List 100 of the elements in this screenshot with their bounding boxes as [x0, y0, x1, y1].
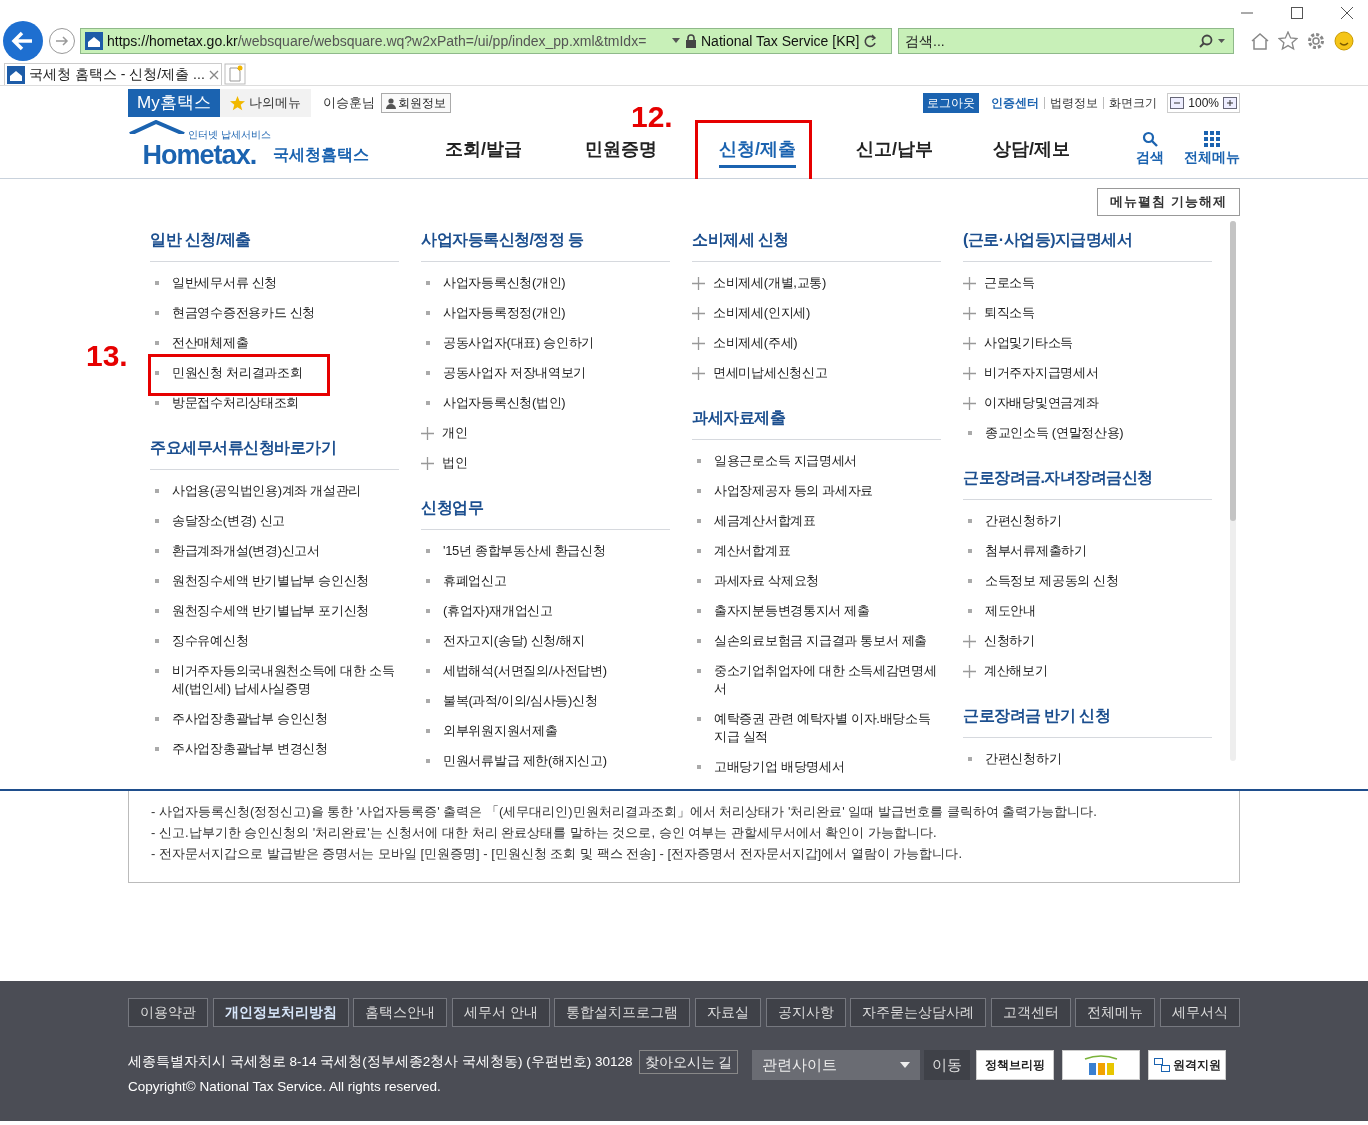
- menu-link[interactable]: 비거주자등의국내원천소득에 대한 소득세(법인세) 납세사실증명: [172, 656, 396, 704]
- footer-link[interactable]: 자주묻는상담사례: [850, 998, 987, 1027]
- menu-link[interactable]: 공동사업자 저장내역보기: [443, 358, 667, 388]
- section-title[interactable]: 근로장려금 반기 신청: [963, 707, 1111, 724]
- menu-link[interactable]: 전자고지(송달) 신청/해지: [443, 626, 667, 656]
- browser-tab[interactable]: 국세청 홈택스 - 신청/제출 ...: [4, 63, 222, 85]
- menu-link[interactable]: 현금영수증전용카드 신청: [172, 298, 396, 328]
- back-icon[interactable]: [2, 20, 44, 62]
- menu-link[interactable]: 소득정보 제공동의 신청: [985, 566, 1209, 596]
- related-sites-select[interactable]: 관련사이트: [752, 1050, 921, 1080]
- collapse-menu-button[interactable]: 메뉴펼침 기능해제: [1097, 188, 1240, 216]
- header-link[interactable]: 법령정보: [1050, 94, 1099, 112]
- menu-link[interactable]: 신청하기: [984, 626, 1208, 656]
- footer-link[interactable]: 세무서식: [1160, 998, 1240, 1027]
- menu-link[interactable]: 민원신청 처리결과조회: [172, 358, 396, 388]
- menu-link[interactable]: 일반세무서류 신청: [172, 268, 396, 298]
- menu-link[interactable]: 근로소득: [984, 268, 1208, 298]
- menu-link[interactable]: 세법해석(서면질의/사전답변): [443, 656, 667, 686]
- menu-link[interactable]: 과세자료 삭제요청: [714, 566, 938, 596]
- menu-link[interactable]: 비거주자지급명세서: [984, 358, 1208, 388]
- footer-link[interactable]: 통합설치프로그램: [554, 998, 691, 1027]
- logout-button[interactable]: 로그아웃: [923, 93, 980, 113]
- menu-link[interactable]: 계산서합계표: [714, 536, 938, 566]
- dropdown-icon[interactable]: [671, 37, 681, 45]
- search-field[interactable]: 검색...: [898, 28, 1234, 54]
- settings-icon[interactable]: [1306, 31, 1326, 51]
- search-button[interactable]: 검색: [1136, 131, 1164, 168]
- menu-link[interactable]: 종교인소득 (연말정산용): [985, 418, 1209, 448]
- close-icon[interactable]: [208, 69, 219, 80]
- all-menu-button[interactable]: 전체메뉴: [1184, 131, 1240, 168]
- menu-link[interactable]: 불복(과적/이의/심사등)신청: [443, 686, 667, 716]
- menu-link[interactable]: 첨부서류제출하기: [985, 536, 1209, 566]
- home-icon[interactable]: [1250, 31, 1270, 51]
- menu-link[interactable]: 중소기업취업자에 대한 소득세감면명세서: [714, 656, 938, 704]
- nav-tab[interactable]: 조회/발급: [445, 127, 522, 172]
- menu-link[interactable]: 징수유예신청: [172, 626, 396, 656]
- menu-link[interactable]: 사업및기타소득: [984, 328, 1208, 358]
- menu-link[interactable]: 공동사업자(대표) 승인하기: [443, 328, 667, 358]
- menu-link[interactable]: 퇴직소득: [984, 298, 1208, 328]
- menu-link[interactable]: (휴업자)재개업신고: [443, 596, 667, 626]
- refresh-icon[interactable]: [863, 34, 878, 48]
- go-button[interactable]: 이동: [924, 1050, 971, 1080]
- zoom-out-icon[interactable]: [1170, 97, 1185, 109]
- menu-link[interactable]: 송달장소(변경) 신고: [172, 506, 396, 536]
- menu-link[interactable]: 일용근로소득 지급명세서: [714, 446, 938, 476]
- footer-link[interactable]: 자료실: [694, 998, 761, 1027]
- menu-link[interactable]: '15년 종합부동산세 환급신청: [443, 536, 667, 566]
- nav-tab[interactable]: 상담/제보: [993, 127, 1070, 172]
- call-center-banner[interactable]: [1062, 1050, 1141, 1080]
- menu-link[interactable]: 방문접수처리상태조회: [172, 388, 396, 418]
- close-icon[interactable]: [1340, 6, 1354, 20]
- smiley-icon[interactable]: [1334, 31, 1354, 51]
- menu-link[interactable]: 고배당기업 배당명세서: [714, 752, 938, 782]
- footer-link[interactable]: 고객센터: [990, 998, 1071, 1027]
- section-title[interactable]: 신청업무: [421, 499, 483, 516]
- menu-link[interactable]: 소비제세(주세): [713, 328, 937, 358]
- menu-link[interactable]: 소비제세(인지세): [713, 298, 937, 328]
- policy-briefing-banner[interactable]: 정책브리핑: [976, 1050, 1055, 1080]
- footer-link[interactable]: 이용약관: [128, 998, 208, 1027]
- section-title[interactable]: 근로장려금.자녀장려금신청: [963, 469, 1153, 486]
- menu-link[interactable]: 민원서류발급 제한(해지신고): [443, 746, 667, 776]
- directions-button[interactable]: 찾아오시는 길: [638, 1050, 739, 1074]
- my-hometax-tab[interactable]: My홈택스: [128, 89, 220, 117]
- menu-link[interactable]: 예탁증권 관련 예탁자별 이자.배당소득 지급 실적: [714, 704, 938, 752]
- nav-tab[interactable]: 신고/납부: [856, 127, 933, 172]
- header-link[interactable]: 인증센터: [991, 94, 1040, 112]
- header-link[interactable]: 화면크기: [1109, 94, 1158, 112]
- menu-link[interactable]: 휴폐업신고: [443, 566, 667, 596]
- menu-link[interactable]: 원천징수세액 반기별납부 포기신청: [172, 596, 396, 626]
- menu-link[interactable]: 제도안내: [985, 596, 1209, 626]
- menu-link[interactable]: 환급계좌개설(변경)신고서: [172, 536, 396, 566]
- section-title[interactable]: 소비제세 신청: [692, 231, 789, 248]
- menu-link[interactable]: 실손의료보험금 지급결과 통보서 제출: [714, 626, 938, 656]
- menu-link[interactable]: 전산매체제출: [172, 328, 396, 358]
- star-icon[interactable]: [1278, 31, 1298, 51]
- scrollbar-thumb[interactable]: [1230, 221, 1236, 521]
- menu-link[interactable]: 사업용(공익법인용)계좌 개설관리: [172, 476, 396, 506]
- remote-support-button[interactable]: 원격지원: [1148, 1050, 1227, 1080]
- menu-link[interactable]: 사업장제공자 등의 과세자료: [714, 476, 938, 506]
- search-icon[interactable]: [1199, 34, 1227, 48]
- menu-link[interactable]: 계산해보기: [984, 656, 1208, 686]
- menu-link[interactable]: 면세미납세신청신고: [713, 358, 937, 388]
- zoom-in-icon[interactable]: [1223, 97, 1237, 109]
- address-bar[interactable]: https://hometax.go.kr/websquare/websquare.wq?w2xPath=/ui/pp/index_pp.xml&tmIdx= National Tax Service [KR]: [80, 28, 892, 54]
- section-title[interactable]: (근로·사업등)지급명세서: [963, 231, 1133, 248]
- section-title[interactable]: 과세자료제출: [692, 409, 785, 426]
- menu-link[interactable]: 출자지분등변경통지서 제출: [714, 596, 938, 626]
- menu-link[interactable]: 외부위원지원서제출: [443, 716, 667, 746]
- section-title[interactable]: 사업자등록신청/정정 등: [421, 231, 584, 248]
- menu-link[interactable]: 소비제세(개별,교통): [713, 268, 937, 298]
- section-title[interactable]: 일반 신청/제출: [150, 231, 251, 248]
- footer-link[interactable]: 공지사항: [765, 998, 846, 1027]
- menu-link[interactable]: 법인: [442, 448, 666, 478]
- menu-link[interactable]: 사업자등록신청(개인): [443, 268, 667, 298]
- member-info-button[interactable]: 회원정보: [380, 93, 451, 113]
- menu-link[interactable]: 간편신청하기: [985, 506, 1209, 536]
- menu-link[interactable]: 주사업장총괄납부 변경신청: [172, 734, 396, 764]
- footer-link[interactable]: 전체메뉴: [1075, 998, 1156, 1027]
- menu-link[interactable]: 사업자등록정정(개인): [443, 298, 667, 328]
- footer-link[interactable]: 세무서 안내: [451, 998, 550, 1027]
